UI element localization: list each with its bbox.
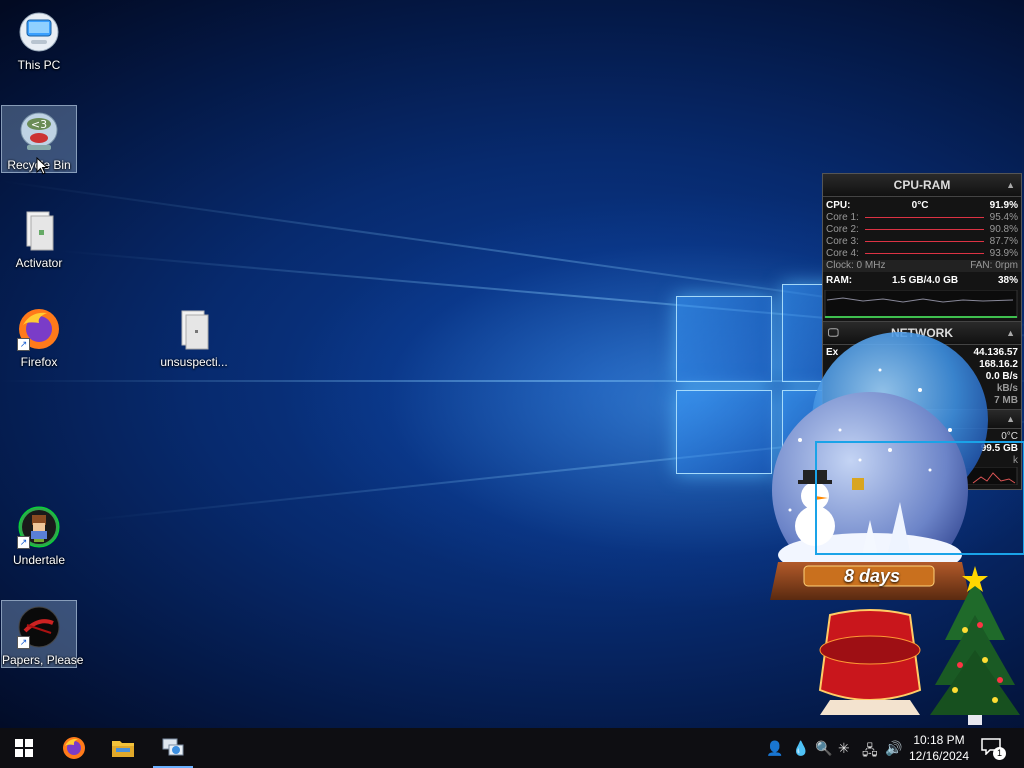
tray-network-icon[interactable]: 🖧 (862, 740, 878, 764)
taskbar-file-explorer[interactable] (99, 728, 147, 768)
cpu-label: CPU: (826, 200, 851, 211)
countdown-days: 8 days (843, 566, 901, 586)
core-row: Core 2: 90.8% (823, 224, 1021, 236)
icon-label: Papers, Please (2, 653, 84, 667)
tray-search-icon[interactable]: 🔍 (815, 740, 832, 757)
core-label: Core 1: (826, 212, 859, 223)
desktop-icon-this-pc[interactable]: This PC (1, 6, 77, 74)
start-button[interactable] (0, 728, 48, 768)
core-bar (864, 253, 984, 254)
taskbar-clock[interactable]: 10:18 PM 12/16/2024 (906, 732, 972, 764)
desktop-icon-papers-please[interactable]: ↗ Papers, Please (1, 600, 84, 668)
file-icon (172, 307, 216, 351)
network-app-icon (162, 738, 184, 756)
desktop-icon-activator[interactable]: Activator (1, 204, 77, 272)
taskbar: 👤 💧 🔍 ✳ 🖧 🔊 10:18 PM 12/16/2024 1 (0, 728, 1024, 768)
ram-percent: 38% (997, 275, 1018, 286)
folder-icon (112, 741, 134, 757)
tray-snowflake-icon[interactable]: ✳ (838, 740, 850, 757)
core-bar (864, 229, 984, 230)
file-icon (17, 208, 61, 252)
icon-label: This PC (17, 58, 61, 72)
cpu-ram-header[interactable]: CPU-RAM ▲ (823, 174, 1021, 197)
core-bar (864, 241, 984, 242)
desktop-icon-firefox[interactable]: ↗ Firefox (1, 303, 77, 371)
fan-speed: FAN: 0rpm (970, 260, 1018, 271)
mouse-cursor-icon (36, 157, 48, 175)
cpu-ram-title: CPU-RAM (893, 178, 951, 192)
shortcut-arrow-icon: ↗ (17, 636, 30, 649)
tray-droplet-icon[interactable]: 💧 (792, 740, 809, 757)
desktop: This PC <3 Recycle Bin Activator ↗ Firef… (0, 0, 1024, 728)
shortcut-arrow-icon: ↗ (17, 536, 30, 549)
clock-date: 12/16/2024 (908, 749, 970, 763)
taskbar-app-active[interactable] (149, 728, 197, 768)
core-row: Core 4: 93.9% (823, 248, 1021, 260)
recycle-bin-icon: <3 (17, 110, 61, 154)
svg-text:<3: <3 (31, 118, 47, 131)
icon-label: Activator (15, 256, 63, 270)
core-value: 93.9% (989, 248, 1018, 259)
ram-value: 1.5 GB/4.0 GB (891, 275, 959, 286)
windows-logo-icon (15, 739, 33, 757)
cpu-temp: 0°C (911, 200, 929, 211)
action-center-button[interactable]: 1 (980, 737, 1006, 760)
icon-label: Firefox (20, 355, 58, 369)
firefox-icon: ↗ (17, 307, 61, 351)
cpu-percent: 91.9% (989, 200, 1018, 211)
windows-logo-pane (676, 390, 772, 474)
collapse-icon[interactable]: ▲ (1006, 174, 1015, 196)
core-bar (864, 217, 984, 218)
windows-logo-pane (676, 296, 772, 382)
core-value: 95.4% (989, 212, 1018, 223)
desktop-icon-undertale[interactable]: ↗ Undertale (1, 501, 77, 569)
undertale-icon: ↗ (17, 505, 61, 549)
tray-user-icon[interactable]: 👤 (766, 740, 783, 757)
taskbar-firefox[interactable] (50, 728, 98, 768)
selection-rectangle (815, 441, 1024, 555)
clock-fan-row: Clock: 0 MHz FAN: 0rpm (823, 260, 1021, 272)
firefox-icon (63, 737, 85, 759)
icon-label: Undertale (12, 553, 66, 567)
core-row: Core 3: 87.7% (823, 236, 1021, 248)
desktop-icon-unsuspecting-file[interactable]: unsuspecti... (156, 303, 232, 371)
shortcut-arrow-icon: ↗ (17, 338, 30, 351)
core-label: Core 3: (826, 236, 859, 247)
ram-row: RAM: 1.5 GB/4.0 GB 38% (823, 275, 1021, 287)
core-value: 87.7% (989, 236, 1018, 247)
tray-volume-icon[interactable]: 🔊 (885, 740, 902, 757)
computer-icon (17, 10, 61, 54)
core-label: Core 4: (826, 248, 859, 259)
cpu-clock: Clock: 0 MHz (826, 260, 886, 271)
notification-count-badge: 1 (993, 747, 1006, 760)
papers-please-icon: ↗ (17, 605, 61, 649)
icon-label: unsuspecti... (160, 355, 228, 369)
core-value: 90.8% (989, 224, 1018, 235)
cpu-row: CPU: 0°C 91.9% (823, 200, 1021, 212)
core-label: Core 2: (826, 224, 859, 235)
ram-usage-graph (824, 290, 1018, 318)
core-row: Core 1: 95.4% (823, 212, 1021, 224)
clock-time: 10:18 PM (913, 733, 965, 747)
ram-label: RAM: (826, 275, 853, 286)
